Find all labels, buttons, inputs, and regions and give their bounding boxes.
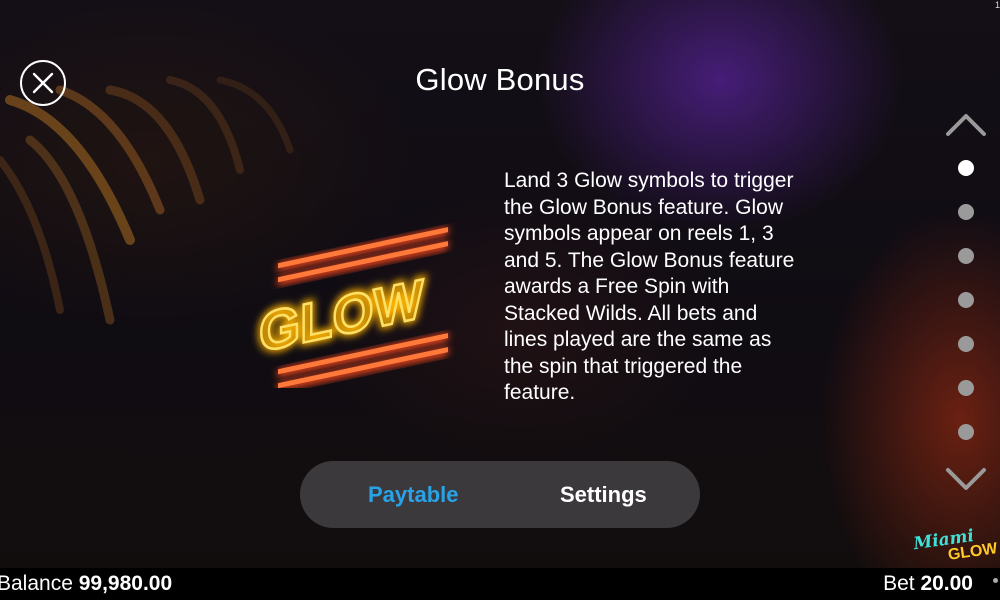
page-dot[interactable] [958, 204, 974, 220]
tab-paytable[interactable]: Paytable [368, 482, 459, 508]
page-dot[interactable] [958, 424, 974, 440]
corner-dot [993, 578, 998, 583]
game-logo: Miami GLOW [912, 526, 999, 564]
bet-label: Bet [883, 572, 915, 595]
balance-label: Balance [0, 572, 73, 595]
page-navigator [944, 100, 988, 500]
bet-value: 20.00 [920, 572, 973, 595]
page-dot[interactable] [958, 248, 974, 264]
chevron-down-icon[interactable] [944, 462, 988, 496]
tab-bar: Paytable Settings [300, 461, 700, 528]
bet-display: Bet 20.00 [883, 572, 973, 596]
status-bar: Balance 99,980.00 Bet 20.00 [0, 568, 1000, 600]
page-dot[interactable] [958, 336, 974, 352]
chevron-up-icon[interactable] [944, 108, 988, 142]
glow-symbol-icon: GLOW GLOW [256, 227, 448, 388]
page-dot[interactable] [958, 380, 974, 396]
page-dot[interactable] [958, 160, 974, 176]
tab-settings[interactable]: Settings [560, 482, 647, 508]
page-title: Glow Bonus [415, 62, 585, 97]
feature-description: Land 3 Glow symbols to trigger the Glow … [504, 169, 795, 404]
balance-display: Balance 99,980.00 [0, 572, 172, 596]
balance-value: 99,980.00 [78, 572, 173, 595]
corner-indicator: 1 [994, 0, 1000, 10]
page-dot[interactable] [958, 292, 974, 308]
